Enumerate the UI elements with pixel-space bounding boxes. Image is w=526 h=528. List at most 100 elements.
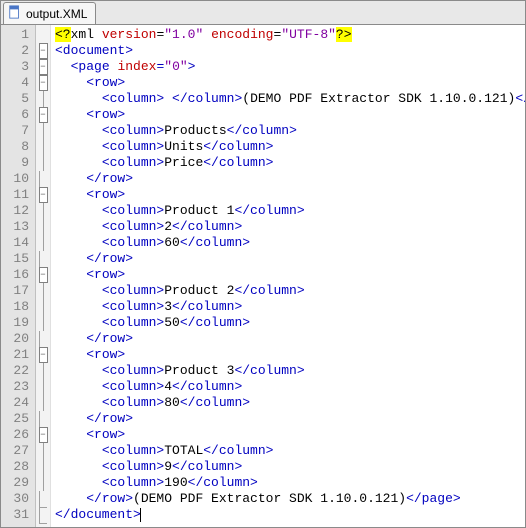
code-line: <column>Product 2</column> xyxy=(55,283,525,299)
line-number: 21 xyxy=(5,347,29,363)
code-line: <column>9</column> xyxy=(55,459,525,475)
tab-label: output.XML xyxy=(26,7,87,21)
code-line: <document> xyxy=(55,43,525,59)
line-number: 22 xyxy=(5,363,29,379)
code-editor[interactable]: 1234567891011121314151617181920212223242… xyxy=(1,25,525,527)
code-line: <column>Units</column> xyxy=(55,139,525,155)
fold-end xyxy=(39,331,47,348)
fold-end xyxy=(39,491,47,508)
code-line: </row> xyxy=(55,331,525,347)
code-line: <column>190</column> xyxy=(55,475,525,491)
line-number: 31 xyxy=(5,507,29,523)
text-caret xyxy=(140,508,141,522)
file-icon xyxy=(8,5,22,22)
code-line: </row>(DEMO PDF Extractor SDK 1.10.0.121… xyxy=(55,491,525,507)
fold-toggle-icon[interactable]: − xyxy=(39,187,48,203)
code-line: </row> xyxy=(55,251,525,267)
fold-guide xyxy=(43,475,44,491)
line-number: 1 xyxy=(5,27,29,43)
line-number: 14 xyxy=(5,235,29,251)
code-line: <page index="0"> xyxy=(55,59,525,75)
line-number: 17 xyxy=(5,283,29,299)
line-number: 26 xyxy=(5,427,29,443)
fold-end xyxy=(39,251,47,268)
fold-guide xyxy=(43,91,44,107)
line-number: 9 xyxy=(5,155,29,171)
fold-guide xyxy=(43,139,44,155)
code-line: <row> xyxy=(55,347,525,363)
code-line: <column>Product 1</column> xyxy=(55,203,525,219)
fold-guide xyxy=(43,379,44,395)
tab-strip: output.XML xyxy=(1,1,525,25)
line-number: 4 xyxy=(5,75,29,91)
line-number: 13 xyxy=(5,219,29,235)
fold-guide xyxy=(43,395,44,411)
fold-toggle-icon[interactable]: − xyxy=(39,43,48,59)
code-line: <row> xyxy=(55,267,525,283)
code-line: <column>80</column> xyxy=(55,395,525,411)
code-line: <column>60</column> xyxy=(55,235,525,251)
code-area[interactable]: <?xml version="1.0" encoding="UTF-8"?><d… xyxy=(51,25,525,527)
code-line: <row> xyxy=(55,107,525,123)
line-number: 3 xyxy=(5,59,29,75)
code-line: </row> xyxy=(55,171,525,187)
fold-toggle-icon[interactable]: − xyxy=(39,427,48,443)
line-number: 5 xyxy=(5,91,29,107)
fold-guide xyxy=(43,123,44,139)
code-line: </document> xyxy=(55,507,525,523)
line-number: 20 xyxy=(5,331,29,347)
fold-toggle-icon[interactable]: − xyxy=(39,59,48,75)
code-line: <column> </column>(DEMO PDF Extractor SD… xyxy=(55,91,525,107)
code-line: <row> xyxy=(55,187,525,203)
code-line: <column>2</column> xyxy=(55,219,525,235)
code-line: <column>3</column> xyxy=(55,299,525,315)
editor-window: output.XML 12345678910111213141516171819… xyxy=(0,0,526,528)
line-number: 27 xyxy=(5,443,29,459)
code-line: <column>4</column> xyxy=(55,379,525,395)
line-number: 23 xyxy=(5,379,29,395)
fold-toggle-icon[interactable]: − xyxy=(39,267,48,283)
fold-toggle-icon[interactable]: − xyxy=(39,107,48,123)
code-line: <row> xyxy=(55,75,525,91)
line-number: 15 xyxy=(5,251,29,267)
line-number: 18 xyxy=(5,299,29,315)
line-number: 19 xyxy=(5,315,29,331)
fold-guide xyxy=(43,283,44,299)
code-line: <column>Product 3</column> xyxy=(55,363,525,379)
line-number: 11 xyxy=(5,187,29,203)
fold-end xyxy=(39,171,47,188)
code-line: <column>50</column> xyxy=(55,315,525,331)
line-number: 16 xyxy=(5,267,29,283)
fold-guide xyxy=(43,459,44,475)
line-number: 30 xyxy=(5,491,29,507)
fold-guide xyxy=(43,155,44,171)
line-number: 24 xyxy=(5,395,29,411)
line-number: 12 xyxy=(5,203,29,219)
fold-guide xyxy=(43,363,44,379)
code-line: <?xml version="1.0" encoding="UTF-8"?> xyxy=(55,27,525,43)
fold-end xyxy=(39,507,47,524)
fold-guide xyxy=(43,299,44,315)
fold-guide xyxy=(43,443,44,459)
code-line: <column>Products</column> xyxy=(55,123,525,139)
line-number: 28 xyxy=(5,459,29,475)
line-number: 6 xyxy=(5,107,29,123)
code-line: <row> xyxy=(55,427,525,443)
line-number: 25 xyxy=(5,411,29,427)
line-number: 10 xyxy=(5,171,29,187)
fold-guide xyxy=(43,203,44,219)
line-number: 8 xyxy=(5,139,29,155)
fold-column[interactable]: −−−−−−−− xyxy=(36,25,51,527)
fold-guide xyxy=(43,315,44,331)
line-number: 29 xyxy=(5,475,29,491)
tab-output-xml[interactable]: output.XML xyxy=(3,2,96,24)
fold-guide xyxy=(43,235,44,251)
line-number: 2 xyxy=(5,43,29,59)
code-line: <column>Price</column> xyxy=(55,155,525,171)
line-number-gutter: 1234567891011121314151617181920212223242… xyxy=(1,25,36,527)
code-line: <column>TOTAL</column> xyxy=(55,443,525,459)
fold-toggle-icon[interactable]: − xyxy=(39,347,48,363)
code-line: </row> xyxy=(55,411,525,427)
line-number: 7 xyxy=(5,123,29,139)
fold-toggle-icon[interactable]: − xyxy=(39,75,48,91)
